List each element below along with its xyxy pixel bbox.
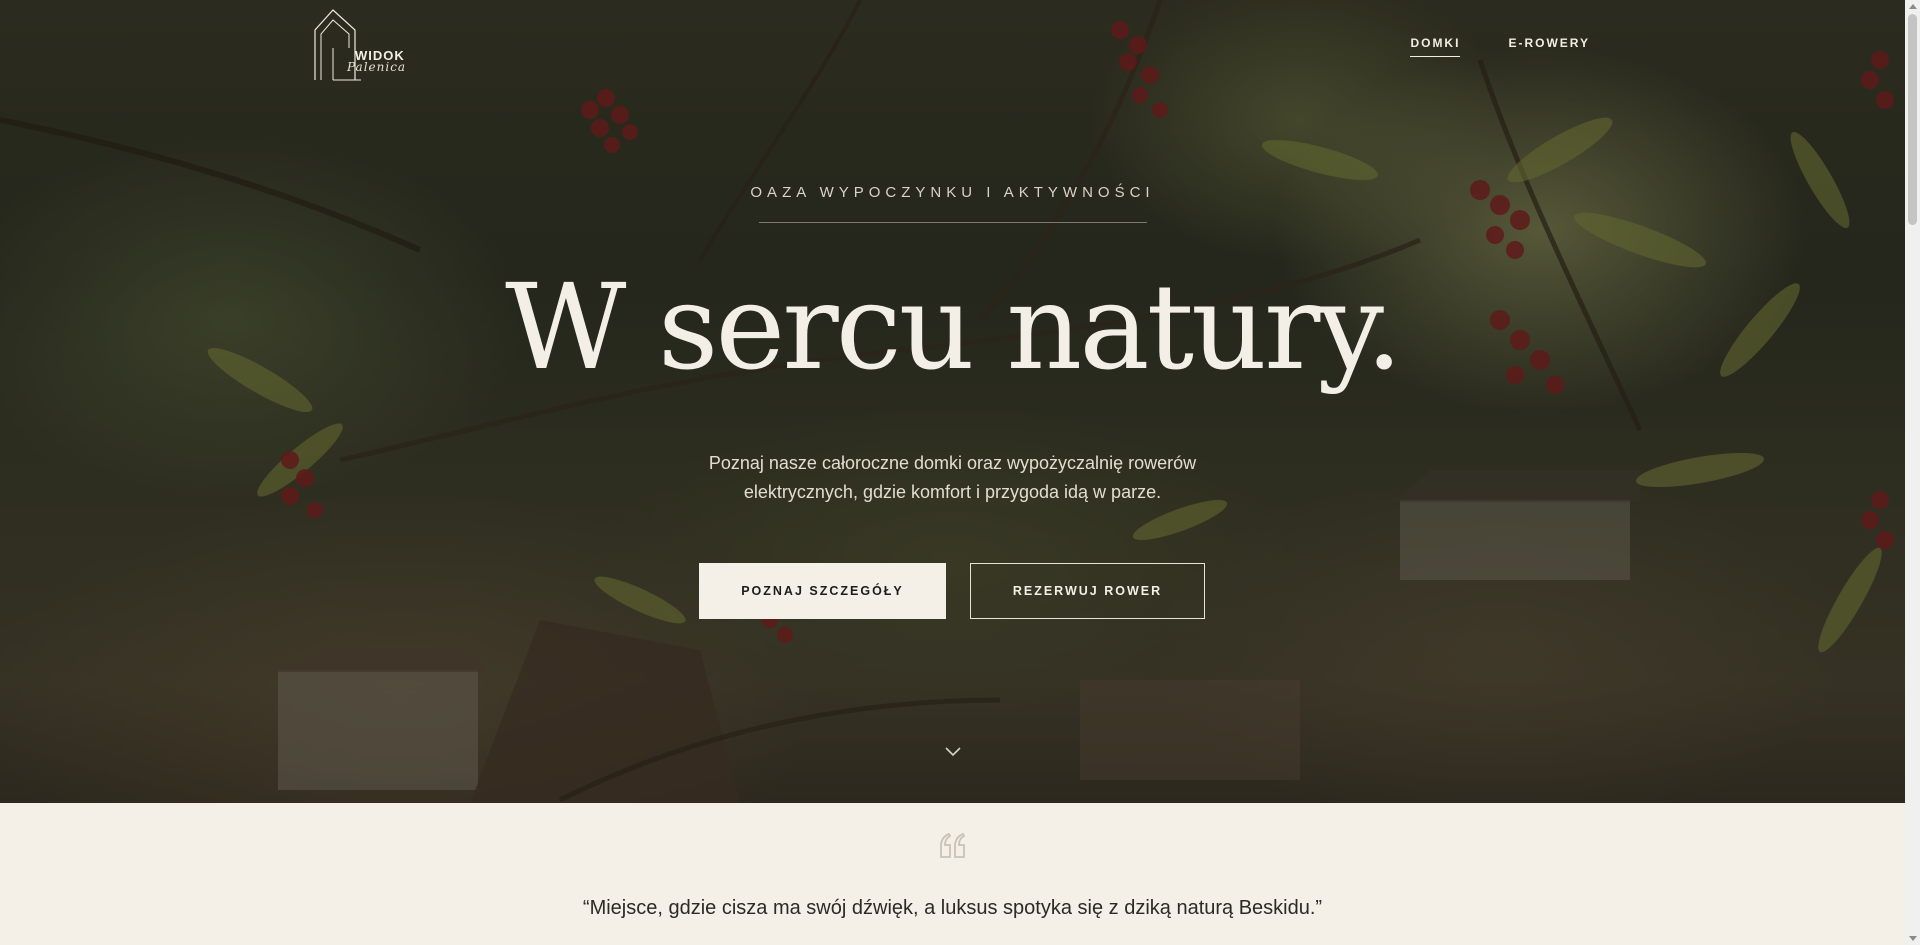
details-button[interactable]: POZNAJ SZCZEGÓŁY <box>699 563 946 619</box>
hero-overlay <box>0 0 1905 803</box>
eyebrow-divider <box>759 222 1147 223</box>
hero-headline: W sercu natury. <box>505 258 1403 396</box>
logo-script: Palenica <box>347 60 407 74</box>
book-bike-button[interactable]: REZERWUJ ROWER <box>970 563 1205 619</box>
scrollbar-thumb[interactable] <box>1908 14 1917 225</box>
hero-section: WIDOK Palenica DOMKI E-ROWERY OAZA WYPOC… <box>0 0 1905 803</box>
scroll-up-arrow-icon[interactable] <box>1909 4 1917 9</box>
vertical-scrollbar[interactable] <box>1905 0 1920 945</box>
nav-link-domki[interactable]: DOMKI <box>1410 36 1461 57</box>
main-nav: DOMKI E-ROWERY <box>1410 36 1590 57</box>
page: WIDOK Palenica DOMKI E-ROWERY OAZA WYPOC… <box>0 0 1905 945</box>
hero-lead-line-1: Poznaj nasze całoroczne domki oraz wypoż… <box>708 453 1197 473</box>
hero-lead: Poznaj nasze całoroczne domki oraz wypoż… <box>0 449 1905 507</box>
site-logo[interactable]: WIDOK Palenica <box>313 8 425 84</box>
nav-link-e-rowery[interactable]: E-ROWERY <box>1508 36 1590 57</box>
quote-icon <box>0 832 1905 864</box>
scroll-down-arrow-icon[interactable] <box>1909 936 1917 941</box>
chevron-down-icon[interactable] <box>944 745 962 759</box>
hero-lead-line-2: elektrycznych, gdzie komfort i przygoda … <box>743 482 1162 502</box>
hero-eyebrow: OAZA WYPOCZYNKU I AKTYWNOŚCI <box>750 184 1155 201</box>
quote-section: “Miejsce, gdzie cisza ma swój dźwięk, a … <box>0 803 1905 945</box>
quote-text: “Miejsce, gdzie cisza ma swój dźwięk, a … <box>582 897 1323 919</box>
